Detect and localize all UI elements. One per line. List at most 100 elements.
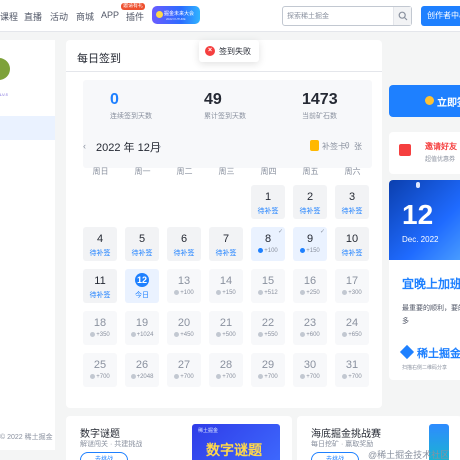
day-number: 25: [93, 359, 107, 371]
reward: +1024: [125, 332, 159, 338]
day-number: 17: [345, 275, 359, 287]
calendar-pin-icon: [416, 182, 420, 188]
reward: +550: [251, 332, 285, 338]
day-number: 29: [261, 359, 275, 371]
reward: +512: [251, 290, 285, 296]
daily-almanac-card[interactable]: 12 Dec. 2022 宜晚上加班 最重要的顺利，要的 多 稀土掘金 扫描右侧…: [389, 180, 460, 380]
ore-icon: [300, 374, 306, 379]
calendar-day: 20 +450: [167, 311, 201, 345]
number-puzzle-card[interactable]: 数字谜题 解谜闯关 · 共建挑战 去挑战 稀土掘金 数字谜题: [66, 416, 292, 460]
reward-points: +700: [264, 374, 278, 381]
nav-item-events[interactable]: 活动: [50, 10, 68, 23]
ore-icon: [90, 374, 96, 379]
juejin-logo-icon: [399, 344, 415, 360]
reward-points: +450: [180, 332, 194, 339]
reward: +150: [293, 248, 327, 254]
calendar-day[interactable]: 6 待补签: [167, 227, 201, 261]
toast-message: 签到失败: [219, 47, 251, 56]
nav-item-courses[interactable]: 课程: [0, 10, 18, 23]
makeup-status: 待补签: [341, 208, 363, 215]
day-number: 24: [345, 317, 359, 329]
next-month-button[interactable]: ›: [158, 141, 161, 151]
avatar[interactable]: [0, 58, 10, 80]
day-number: 11: [94, 275, 106, 287]
day-number: 31: [345, 359, 359, 371]
challenge-button[interactable]: 去挑战: [311, 452, 359, 460]
copyright-footer: © 2022 稀土掘金: [0, 434, 53, 441]
calendar-day: 8 +100 ✓: [251, 227, 285, 261]
calendar-day: 23 +600: [293, 311, 327, 345]
reward: +150: [209, 290, 243, 296]
challenge-button[interactable]: 去挑战: [80, 452, 128, 460]
reward: +250: [293, 290, 327, 296]
signed-check-icon: ✓: [277, 229, 283, 235]
reward-points: +150: [306, 248, 320, 255]
stat-consecutive-days: 0 连续签到天数: [110, 90, 200, 121]
invite-title: 邀请好友: [425, 142, 457, 151]
daily-checkin-panel: 每日签到 0 连续签到天数 49 累计签到天数 1473 当前矿石数 ‹ 202…: [66, 40, 382, 408]
invite-friends-card[interactable]: 邀请好友 超值优惠券: [389, 132, 460, 174]
ore-icon: [300, 290, 306, 295]
almanac-header: 12 Dec. 2022: [389, 180, 460, 260]
calendar-day: 13 +100: [167, 269, 201, 303]
ore-icon: [300, 248, 306, 253]
search-input[interactable]: [287, 10, 387, 22]
reward: +100: [251, 248, 285, 254]
future-conference-banner[interactable]: 掘金未来大会 2022 FUTURE: [152, 6, 200, 24]
calendar-day[interactable]: 2 待补签: [293, 185, 327, 219]
calendar-day[interactable]: 4 待补签: [83, 227, 117, 261]
calendar-day: 14 +150: [209, 269, 243, 303]
calendar-day: 31 +700: [335, 353, 369, 387]
search-button[interactable]: [393, 7, 411, 25]
calendar-day[interactable]: 5 待补签: [125, 227, 159, 261]
stat-ore-count: 1473 当前矿石数: [302, 90, 392, 121]
ore-icon: [258, 248, 264, 253]
day-number: 23: [303, 317, 317, 329]
day-number: 13: [177, 275, 191, 287]
nav-item-live[interactable]: 直播: [24, 10, 42, 23]
ore-icon: [130, 332, 136, 337]
calendar-day[interactable]: 1 待补签: [251, 185, 285, 219]
reward-points: +700: [306, 374, 320, 381]
stat-label: 累计签到天数: [204, 113, 246, 120]
banner-logo-icon: [156, 11, 163, 18]
weekday-label: 周一: [134, 167, 151, 176]
calendar-day[interactable]: 7 待补签: [209, 227, 243, 261]
ore-icon: [258, 332, 264, 337]
creator-center-button[interactable]: 创作者中心: [421, 6, 460, 26]
sign-in-label: 立即签到: [437, 98, 460, 109]
calendar-day[interactable]: 3 待补签: [335, 185, 369, 219]
nav-item-plugins[interactable]: 插件: [126, 10, 144, 23]
day-number: 7: [222, 233, 230, 245]
nav-item-mall[interactable]: 商城: [76, 10, 94, 23]
calendar-day: 24 +650: [335, 311, 369, 345]
ore-icon: [258, 290, 264, 295]
reward: +350: [83, 332, 117, 338]
calendar-day[interactable]: 10 待补签: [335, 227, 369, 261]
calendar-day: 15 +512: [251, 269, 285, 303]
calendar-header: ‹ 2022 年 12月 › 补签卡: 0 张: [83, 139, 378, 155]
day-number: 1: [264, 191, 272, 203]
ore-icon: [130, 374, 136, 379]
makeup-card-unit: 张: [354, 142, 362, 151]
weekday-label: 周六: [344, 167, 361, 176]
calendar-day: 17 +300: [335, 269, 369, 303]
prev-month-button[interactable]: ‹: [83, 141, 86, 151]
calendar-day[interactable]: 11 待补签: [83, 269, 117, 303]
reward: +600: [293, 332, 327, 338]
reward: +300: [335, 290, 369, 296]
reward: +650: [335, 332, 369, 338]
signed-check-icon: ✓: [319, 229, 325, 235]
makeup-status: 待补签: [341, 250, 363, 257]
makeup-status: 待补签: [131, 250, 153, 257]
today-marker: 12: [135, 273, 149, 287]
day-number: 2: [306, 191, 314, 203]
reward-points: +100: [264, 248, 278, 255]
day-number: 10: [345, 233, 359, 245]
ore-icon: [174, 332, 180, 337]
sign-in-button[interactable]: 立即签到: [389, 85, 460, 117]
calendar-day: 12 今日: [125, 269, 159, 303]
nav-item-app[interactable]: APP: [101, 10, 119, 20]
weekday-label: 周日: [92, 167, 109, 176]
sidebar-item-active[interactable]: [0, 116, 55, 140]
